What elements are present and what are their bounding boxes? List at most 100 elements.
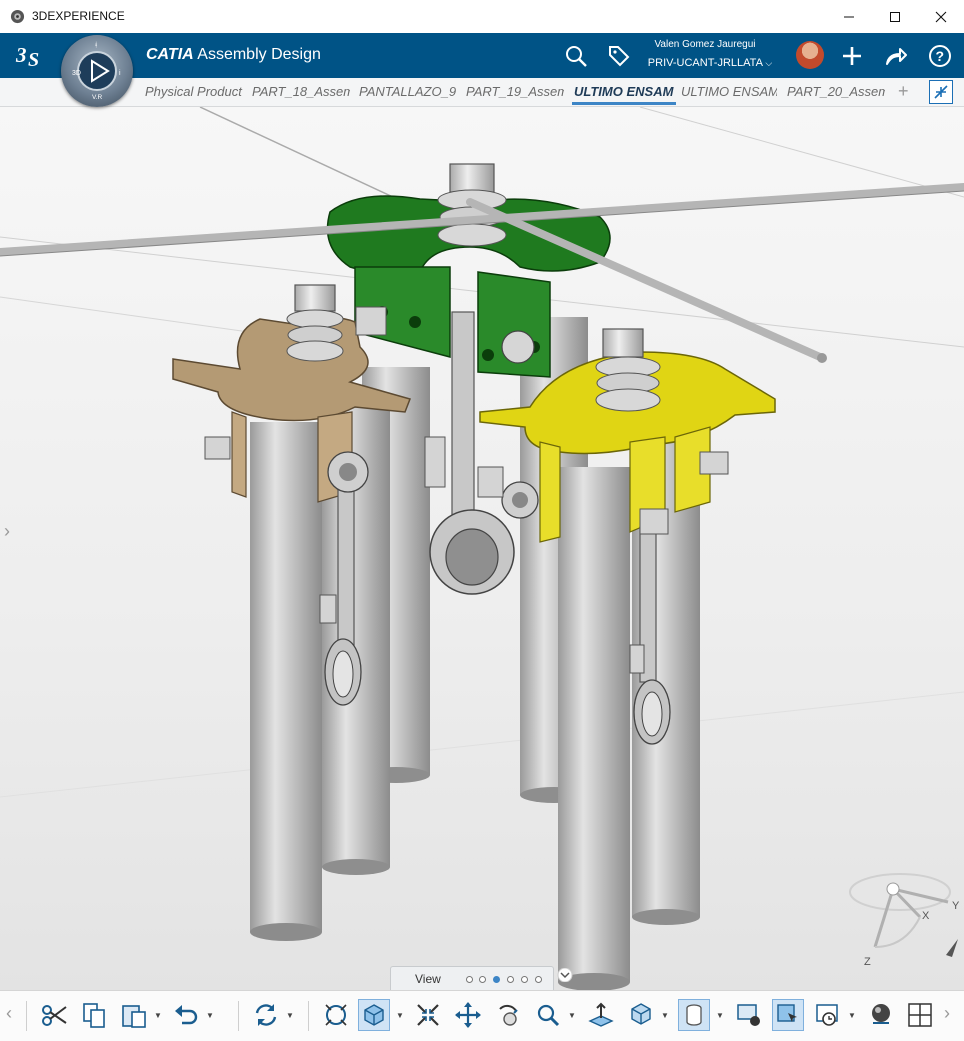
app-name: Assembly Design — [197, 46, 321, 63]
view-cube-button[interactable] — [358, 999, 390, 1031]
tenant-name: PRIV-UCANT-JRLLATA — [647, 57, 763, 69]
cylinder-dropdown-caret[interactable]: ▼ — [716, 1011, 724, 1020]
tab-part-19[interactable]: PART_19_Assem — [466, 84, 564, 99]
window-title: 3DEXPERIENCE — [32, 9, 125, 23]
section-dot[interactable] — [507, 976, 514, 983]
render-dropdown-caret[interactable]: ▼ — [661, 1011, 669, 1020]
section-dot[interactable] — [535, 976, 542, 983]
svg-text:3: 3 — [15, 43, 27, 67]
pan-button[interactable] — [412, 999, 444, 1031]
compass-y-label: Y — [952, 900, 960, 912]
chevron-down-icon[interactable] — [557, 968, 573, 982]
app-header: 3 S 3D V.R ᚼ i CATIA Assembly Design Val… — [0, 33, 964, 107]
view-dropdown-caret[interactable]: ▼ — [396, 1011, 404, 1020]
action-bar: ‹ ▼ ▼ ▼ ▼ ▼ ▼ ▼ ▼ › — [0, 990, 964, 1041]
scroll-left-icon[interactable]: ‹ — [6, 1003, 12, 1024]
normal-view-button[interactable] — [585, 999, 617, 1031]
layout-button[interactable] — [904, 999, 936, 1031]
compass-z-label: Z — [864, 956, 871, 968]
compass-widget[interactable]: 3D V.R ᚼ i — [61, 35, 133, 107]
selection-mode-icon — [777, 1004, 797, 1022]
section-dot[interactable] — [521, 976, 528, 983]
add-button[interactable] — [837, 41, 867, 71]
section-dot[interactable] — [466, 976, 473, 983]
zoom-dropdown-caret[interactable]: ▼ — [568, 1011, 576, 1020]
tag-icon — [609, 46, 630, 67]
render-style-button[interactable] — [625, 999, 657, 1031]
maximize-button[interactable] — [872, 0, 918, 33]
tab-part-20[interactable]: PART_20_Assem — [787, 84, 885, 99]
left-panel-toggle-icon[interactable]: › — [4, 521, 10, 542]
tab-ultimo-ensam-active[interactable]: ULTIMO ENSAM — [574, 84, 676, 99]
section-dot-active[interactable] — [493, 976, 500, 983]
avatar[interactable] — [796, 41, 824, 69]
svg-text:?: ? — [936, 48, 945, 64]
tab-physical-product[interactable]: Physical Product — [145, 84, 245, 99]
app-title: CATIA Assembly Design — [146, 46, 321, 64]
section-bar[interactable]: View — [390, 966, 554, 991]
collapse-icon — [934, 85, 948, 99]
svg-text:S: S — [28, 49, 39, 70]
zoom-button[interactable] — [532, 999, 564, 1031]
undo-button[interactable] — [170, 999, 202, 1031]
copy-button[interactable] — [78, 999, 110, 1031]
3d-viewport[interactable]: X Y Z › — [0, 107, 964, 990]
tenant-selector[interactable]: PRIV-UCANT-JRLLATA ⌵ — [640, 57, 780, 69]
svg-text:i: i — [119, 70, 121, 77]
capture-button[interactable] — [733, 999, 765, 1031]
add-tab-button[interactable]: + — [898, 81, 909, 102]
user-name: Valen Gomez Jauregui — [654, 39, 756, 50]
bolt-stack-right[interactable] — [595, 328, 661, 412]
fit-all-button[interactable] — [320, 999, 352, 1031]
tube-front-right[interactable] — [558, 467, 630, 982]
pan-icon — [417, 1004, 439, 1026]
compass-x-label: X — [922, 910, 930, 922]
move-icon — [455, 1002, 481, 1028]
render-style-icon — [631, 1003, 651, 1025]
search-button[interactable] — [561, 41, 591, 71]
minimize-icon — [844, 16, 854, 17]
maximize-icon — [890, 11, 900, 22]
play-icon: 3D V.R ᚼ i — [72, 41, 121, 101]
tab-ultimo-ensam[interactable]: ULTIMO ENSAM — [681, 84, 777, 99]
cut-button[interactable] — [38, 999, 70, 1031]
rotate-icon — [499, 1004, 518, 1026]
paste-button[interactable] — [118, 999, 150, 1031]
window-titlebar: 3DEXPERIENCE — [0, 0, 964, 34]
svg-text:ᚼ: ᚼ — [94, 41, 98, 49]
tab-part-18[interactable]: PART_18_Assem — [252, 84, 350, 99]
move-button[interactable] — [452, 999, 484, 1031]
update-dropdown-caret[interactable]: ▼ — [286, 1011, 294, 1020]
view-cube-icon — [364, 1004, 384, 1026]
add-icon — [843, 47, 861, 65]
3ds-logo-icon[interactable]: 3 S — [14, 40, 48, 70]
share-button[interactable] — [881, 41, 911, 71]
paste-dropdown-caret[interactable]: ▼ — [154, 1011, 162, 1020]
update-button[interactable] — [250, 999, 282, 1031]
section-dot[interactable] — [479, 976, 486, 983]
capture-icon — [737, 1004, 760, 1026]
tube-front-left[interactable] — [250, 422, 322, 932]
compass-vr-label: V.R — [92, 94, 103, 101]
scroll-right-icon[interactable]: › — [944, 1003, 950, 1024]
help-button[interactable]: ? — [925, 41, 955, 71]
view-compass[interactable]: X Y Z — [849, 873, 960, 968]
assembly-model: X Y Z — [0, 107, 964, 990]
bolt-stack-left[interactable] — [286, 284, 344, 362]
update-icon — [255, 1004, 277, 1026]
timeline-button[interactable] — [812, 999, 844, 1031]
material-button[interactable] — [865, 999, 897, 1031]
timeline-dropdown-caret[interactable]: ▼ — [848, 1011, 856, 1020]
close-button[interactable] — [918, 0, 964, 33]
tag-button[interactable] — [604, 41, 634, 71]
app-logo-icon — [10, 9, 25, 24]
tab-pantallazo-9[interactable]: PANTALLAZO_9 — [359, 84, 457, 99]
cylinder-button[interactable] — [678, 999, 710, 1031]
selection-mode-button[interactable] — [772, 999, 804, 1031]
rotate-button[interactable] — [492, 999, 524, 1031]
collapse-button[interactable] — [929, 80, 953, 104]
undo-dropdown-caret[interactable]: ▼ — [206, 1011, 214, 1020]
minimize-button[interactable] — [826, 0, 872, 33]
undo-icon — [175, 1005, 198, 1025]
copy-icon — [83, 1003, 105, 1028]
